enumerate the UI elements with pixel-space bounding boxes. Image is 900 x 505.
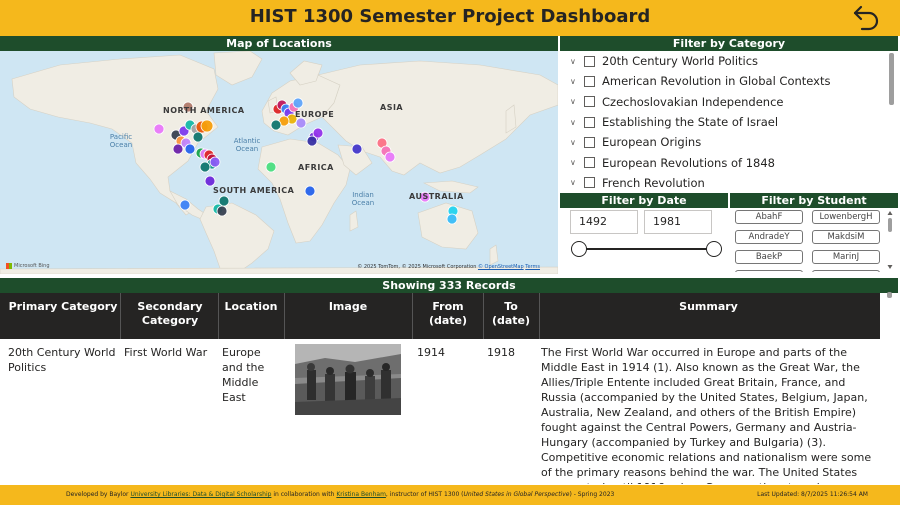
checkbox[interactable] [584,116,595,128]
table-scrollbar[interactable] [887,292,892,298]
category-filter-title: Filter by Category [560,36,898,51]
column-header-primary[interactable]: Primary Category [8,300,118,314]
student-chip[interactable]: BaekP [735,250,803,264]
instructor-link[interactable]: Kristina Benham [336,491,386,498]
continent-label: NORTH AMERICA [163,106,245,115]
chevron-down-icon[interactable]: ∨ [570,77,584,86]
date-slider-start-handle[interactable] [571,241,587,257]
category-scrollbar[interactable] [889,53,894,105]
cell-summary: The First World War occurred in Europe a… [541,346,872,484]
ocean-label: Atlantic Ocean [233,137,261,153]
continent-label: ASIA [380,103,404,112]
checkbox[interactable] [584,96,595,108]
category-item[interactable]: ∨ Czechoslovakian Independence [560,92,898,112]
column-header-location[interactable]: Location [220,300,282,314]
category-item[interactable]: ∨ Establishing the State of Israel [560,112,898,132]
end-date-input[interactable]: 1981 [644,210,712,234]
map-of-locations[interactable]: NORTH AMERICA EUROPE ASIA AFRICA SOUTH A… [0,51,558,274]
continent-label: AUSTRALIA [409,192,464,201]
chevron-down-icon[interactable]: ∨ [570,118,584,127]
ocean-label: Indian Ocean [351,191,375,207]
map-attribution: © 2025 TomTom, © 2025 Microsoft Corporat… [357,264,540,270]
column-header-summary[interactable]: Summary [541,300,876,314]
checkbox[interactable] [584,157,595,169]
table-header: Primary Category Secondary Category Loca… [0,293,880,339]
libraries-link[interactable]: University Libraries: Data & Digital Sch… [130,491,271,498]
page-footer: Developed by Baylor University Libraries… [0,485,900,505]
student-chip[interactable]: AbahF [735,210,803,224]
start-date-input[interactable]: 1492 [570,210,638,234]
category-item[interactable]: ∨ European Origins [560,132,898,152]
checkbox[interactable] [584,75,595,87]
cell-primary-category: 20th Century World Politics [8,346,116,374]
student-chip[interactable] [735,270,803,272]
terms-link[interactable]: Terms [525,264,540,270]
last-updated: Last Updated: 8/7/2025 11:26:54 AM [757,491,868,498]
back-arrow-icon[interactable] [852,3,882,33]
checkbox[interactable] [584,177,595,189]
cell-from-date: 1914 [417,346,445,359]
column-header-secondary[interactable]: Secondary Category [124,300,216,328]
student-scrollbar[interactable] [887,210,893,270]
student-chip[interactable]: AndradeY [735,230,803,244]
page-title: HIST 1300 Semester Project Dashboard [249,6,651,27]
column-header-image[interactable]: Image [286,300,410,314]
map-title-bar: Map of Locations [0,36,558,51]
openstreetmap-link[interactable]: © OpenStreetMap [478,264,524,270]
student-chip[interactable] [812,270,880,272]
footer-credits: Developed by Baylor University Libraries… [66,491,615,498]
microsoft-logo-icon [6,263,12,269]
column-header-to-date[interactable]: To (date) [485,300,537,328]
ocean-label: Pacific Ocean [109,133,133,149]
continent-label: SOUTH AMERICA [213,186,295,195]
date-slider-end-handle[interactable] [706,241,722,257]
column-header-from-date[interactable]: From (date) [414,300,482,328]
chevron-down-icon[interactable]: ∨ [570,97,584,106]
continent-label: EUROPE [295,110,335,119]
category-item[interactable]: ∨ American Revolution in Global Contexts [560,71,898,91]
chevron-down-icon[interactable]: ∨ [570,178,584,187]
student-chip[interactable]: LowenbergH [812,210,880,224]
trench-photo-image [295,344,401,415]
chevron-down-icon[interactable]: ∨ [570,57,584,66]
cell-to-date: 1918 [487,346,515,359]
category-item[interactable]: ∨ 20th Century World Politics [560,51,898,71]
world-map [0,51,558,274]
checkbox[interactable] [584,136,595,148]
date-filter-title: Filter by Date [560,193,728,208]
chevron-down-icon[interactable]: ∨ [570,158,584,167]
records-banner: Showing 333 Records [0,278,898,293]
page-header: HIST 1300 Semester Project Dashboard [0,0,900,36]
date-slider-track[interactable] [579,248,714,250]
cell-image[interactable] [295,344,401,415]
category-item[interactable]: ∨ French Revolution [560,173,898,189]
checkbox[interactable] [584,55,595,67]
student-filter-title: Filter by Student [730,193,898,208]
student-chip[interactable]: MakdsiM [812,230,880,244]
cell-location: Europe and the Middle East [222,346,265,404]
continent-label: AFRICA [298,163,334,172]
bing-logo: Microsoft Bing [6,263,50,269]
cell-secondary-category: First World War [124,346,208,359]
chevron-down-icon[interactable]: ∨ [570,138,584,147]
category-filter-list: ∨ 20th Century World Politics ∨ American R… [560,51,898,189]
category-item[interactable]: ∨ European Revolutions of 1848 [560,152,898,172]
student-filter-list: AbahF LowenbergH AndradeY MakdsiM BaekP … [732,208,887,272]
student-chip[interactable]: MarinJ [812,250,880,264]
